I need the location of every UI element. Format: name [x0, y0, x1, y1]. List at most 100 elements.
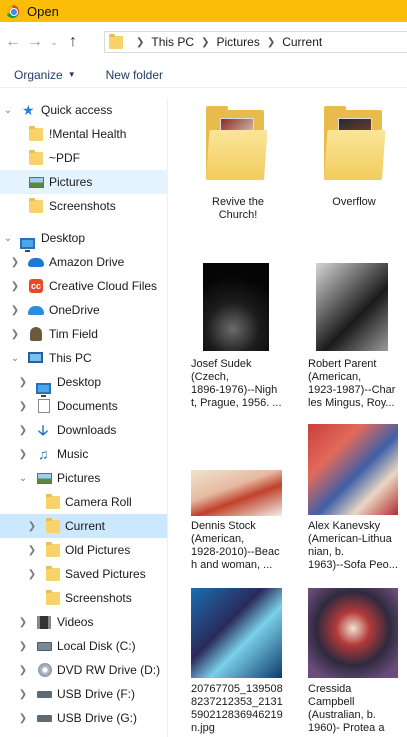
chevron-right-icon[interactable]: ❯ [10, 329, 20, 340]
folder-icon [46, 494, 62, 510]
nav-item-saved-pictures[interactable]: ❯ Saved Pictures [0, 562, 167, 586]
folder-icon [29, 126, 45, 142]
nav-item-current[interactable]: ❯ Current [0, 514, 167, 538]
nav-item-pictures[interactable]: ⌄ Pictures [0, 466, 167, 490]
caret-down-icon: ▼ [67, 70, 76, 79]
nav-item-pc-desktop[interactable]: ❯ Desktop [0, 370, 167, 397]
nav-label: DVD RW Drive (D:) [57, 663, 161, 677]
nav-label: Documents [57, 399, 118, 413]
chevron-down-icon[interactable]: ⌄ [10, 353, 20, 364]
nav-label: Screenshots [65, 591, 132, 605]
folder-icon [29, 150, 45, 166]
nav-item-local-disk-c[interactable]: ❯ Local Disk (C:) [0, 634, 167, 658]
new-folder-button[interactable]: New folder [106, 68, 163, 82]
recent-locations-chevron-icon[interactable]: ⌄ [46, 31, 62, 53]
nav-item-downloads[interactable]: ❯ 🡣 Downloads [0, 418, 167, 442]
star-icon: ★ [22, 102, 35, 118]
image-item[interactable]: Robert Parent (American, 1923-1987)--Cha… [308, 263, 404, 413]
chevron-down-icon[interactable]: ⌄ [3, 105, 13, 116]
nav-label: Saved Pictures [65, 567, 146, 581]
chevron-right-icon[interactable]: ❯ [18, 425, 28, 436]
chevron-right-icon[interactable]: ❯ [27, 545, 37, 556]
nav-item-usb-g[interactable]: ❯ USB Drive (G:) [0, 706, 167, 730]
chevron-right-icon[interactable]: ❯ [18, 713, 28, 724]
chevron-down-icon[interactable]: ⌄ [18, 473, 28, 484]
chevron-right-icon[interactable]: ❯ [18, 377, 28, 388]
chevron-right-icon[interactable]: ❯ [10, 281, 20, 292]
image-item[interactable]: Cressida Campbell (Australian, b. 1960)-… [308, 588, 404, 737]
chevron-right-icon[interactable]: ❯ [27, 521, 37, 532]
nav-item-videos[interactable]: ❯ Videos [0, 610, 167, 634]
file-name: Cressida Campbell (Australian, b. 1960)-… [308, 683, 385, 734]
image-item[interactable]: Josef Sudek (Czech, 1896-1976)--Nigh t, … [191, 263, 287, 413]
image-item[interactable]: 20767705_139508 8237212353_2131 59021283… [191, 588, 287, 737]
nav-item-pdf[interactable]: ~PDF [0, 146, 167, 170]
nav-label: USB Drive (G:) [57, 711, 138, 725]
nav-item-dvd-drive[interactable]: ❯ DVD RW Drive (D:) [0, 658, 167, 682]
dvd-icon [38, 663, 52, 677]
chevron-right-icon[interactable]: ❯ [201, 37, 209, 48]
chevron-right-icon[interactable]: ❯ [18, 641, 28, 652]
folder-item[interactable]: Revive the Church! [190, 106, 286, 226]
folder-icon [29, 198, 45, 214]
nav-item-music[interactable]: ❯ ♫ Music [0, 442, 167, 466]
chevron-right-icon[interactable]: ❯ [136, 37, 144, 48]
breadcrumb-this-pc[interactable]: This PC [151, 35, 194, 49]
image-thumbnail [203, 263, 269, 351]
download-arrow-icon: 🡣 [38, 422, 49, 438]
folder-item[interactable]: Overflow [306, 106, 402, 226]
nav-item-mental-health[interactable]: !Mental Health [0, 122, 167, 146]
forward-arrow-icon[interactable]: → [24, 31, 46, 53]
onedrive-icon [28, 306, 44, 315]
chevron-down-icon[interactable]: ⌄ [3, 233, 13, 244]
address-bar[interactable]: ❯ This PC ❯ Pictures ❯ Current [104, 31, 407, 53]
nav-item-screenshots-quick[interactable]: Screenshots [0, 194, 167, 218]
navigation-bar: ← → ⌄ ↑ ❯ This PC ❯ Pictures ❯ Current [0, 22, 407, 62]
nav-item-old-pictures[interactable]: ❯ Old Pictures [0, 538, 167, 562]
window-title: Open [27, 3, 59, 19]
image-item[interactable]: Alex Kanevsky (American-Lithua nian, b. … [308, 424, 404, 580]
navigation-pane: ⌄ ★ Quick access !Mental Health ~PDF Pic… [0, 98, 168, 737]
nav-label: Old Pictures [65, 543, 131, 557]
image-item[interactable]: Dennis Stock (American, 1928-2010)--Beac… [191, 470, 287, 580]
chevron-right-icon[interactable]: ❯ [27, 569, 37, 580]
nav-item-documents[interactable]: ❯ Documents [0, 394, 167, 418]
documents-icon [38, 399, 50, 413]
nav-quick-access[interactable]: ⌄ ★ Quick access [0, 98, 167, 122]
breadcrumb-current[interactable]: Current [282, 35, 322, 49]
file-name: Dennis Stock (American, 1928-2010)--Beac… [191, 520, 280, 571]
chevron-right-icon[interactable]: ❯ [18, 665, 28, 676]
nav-desktop-root[interactable]: ⌄ Desktop [0, 226, 167, 252]
command-toolbar: Organize ▼ New folder [0, 62, 407, 88]
organize-button[interactable]: Organize ▼ [14, 68, 76, 82]
chevron-right-icon[interactable]: ❯ [18, 689, 28, 700]
folder-icon [46, 518, 62, 534]
nav-item-screenshots[interactable]: Screenshots [0, 586, 167, 610]
chevron-right-icon[interactable]: ❯ [267, 37, 275, 48]
nav-item-this-pc[interactable]: ⌄ This PC [0, 346, 167, 370]
user-icon [30, 327, 42, 341]
title-bar: Open [0, 0, 407, 22]
folder-icon [324, 106, 386, 180]
nav-item-pictures-quick[interactable]: Pictures [0, 170, 167, 194]
breadcrumb-pictures[interactable]: Pictures [216, 35, 259, 49]
nav-item-usb-f[interactable]: ❯ USB Drive (F:) [0, 682, 167, 706]
up-arrow-icon[interactable]: ↑ [62, 31, 84, 53]
computer-icon [28, 352, 43, 363]
nav-item-onedrive[interactable]: ❯ OneDrive [0, 298, 167, 322]
chevron-right-icon[interactable]: ❯ [18, 617, 28, 628]
nav-label: Pictures [57, 471, 101, 485]
chevron-right-icon[interactable]: ❯ [10, 305, 20, 316]
chevron-right-icon[interactable]: ❯ [18, 449, 28, 460]
nav-item-creative-cloud[interactable]: ❯ cc Creative Cloud Files [0, 274, 167, 298]
chevron-right-icon[interactable]: ❯ [18, 401, 28, 412]
nav-label: Screenshots [49, 199, 116, 213]
back-arrow-icon[interactable]: ← [2, 31, 24, 53]
nav-label: OneDrive [49, 303, 100, 317]
nav-item-camera-roll[interactable]: Camera Roll [0, 490, 167, 514]
nav-label: Music [57, 447, 89, 461]
chevron-right-icon[interactable]: ❯ [10, 257, 20, 268]
nav-item-tim-field[interactable]: ❯ Tim Field [0, 322, 167, 346]
nav-item-amazon-drive[interactable]: ❯ Amazon Drive [0, 250, 167, 274]
nav-label: Tim Field [49, 327, 98, 341]
